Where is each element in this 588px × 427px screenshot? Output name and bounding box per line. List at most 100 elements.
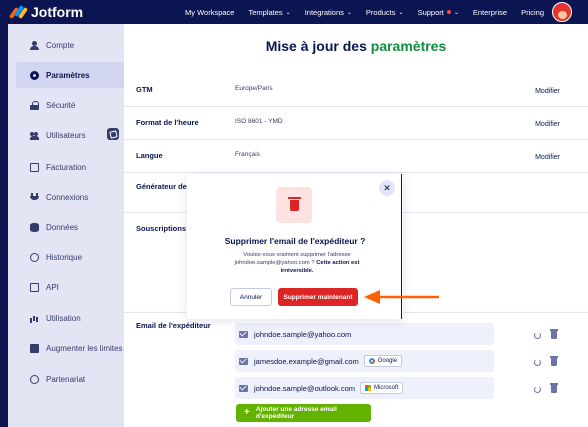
sender-actions (534, 356, 558, 366)
nav-enterprise[interactable]: Enterprise (473, 8, 507, 17)
trash-icon[interactable] (550, 383, 558, 393)
sidebar-item-donnees[interactable]: Données (16, 214, 127, 240)
setting-value: Français (235, 151, 260, 158)
setting-row-time-format: Format de l'heure ISO 8601 - YMD Modifie… (124, 107, 588, 140)
sidebar-item-label: Compte (46, 40, 75, 50)
page-title-accent: paramètres (370, 38, 447, 54)
edit-language-button[interactable]: Modifier (535, 154, 560, 161)
nav-support[interactable]: Support ⌄ (418, 8, 459, 17)
sidebar-item-label: Paramètres (46, 70, 90, 80)
nav-pricing[interactable]: Pricing (521, 8, 544, 17)
sidebar-item-label: Partenariat (46, 374, 86, 384)
plus-icon: + (244, 407, 250, 418)
mail-icon (239, 330, 248, 338)
edit-time-format-button[interactable]: Modifier (535, 121, 560, 128)
sender-actions (534, 383, 558, 393)
nav-label: Pricing (521, 7, 544, 17)
nav-label: Templates (248, 7, 283, 17)
nav-label: Support (417, 7, 444, 17)
setting-row-language: Langue Français Modifier (124, 140, 588, 173)
setting-value: Europe/Paris (235, 85, 273, 92)
chevron-down-icon: ⌄ (453, 9, 459, 16)
page-title: Mise à jour des paramètres (124, 38, 588, 54)
nav-my-workspace[interactable]: My Workspace (185, 8, 234, 17)
settings-sidebar: Compte Paramètres Sécurité Utilisateurs … (0, 24, 127, 427)
sender-email-address: johndoe.sample@yahoo.com (254, 329, 352, 339)
add-sender-email-button[interactable]: + Ajouter une adresse email d'expéditeur (236, 404, 371, 422)
brand-name: Jotform (31, 4, 84, 20)
setting-label: Email de l'expéditeur (136, 321, 211, 330)
mail-icon (239, 357, 248, 365)
trash-icon[interactable] (550, 356, 558, 366)
setting-label: GTM (136, 85, 153, 94)
sidebar-item-partenariat[interactable]: Partenariat (16, 366, 127, 392)
sender-email-item: johndoe.sample@yahoo.com (235, 323, 494, 345)
nav-label: Enterprise (472, 7, 508, 17)
nav-templates[interactable]: Templates ⌄ (248, 8, 290, 17)
sender-email-item: jamesdoe.example@gmail.com Google (235, 350, 494, 372)
modal-trash-badge (276, 187, 312, 223)
edit-gmt-button[interactable]: Modifier (535, 88, 560, 95)
setting-row-gmt: GTM Europe/Paris Modifier (124, 74, 588, 107)
sidebar-item-augmenter-limites[interactable]: Augmenter les limites (16, 335, 127, 361)
cancel-button[interactable]: Annuler (230, 288, 272, 306)
user-avatar[interactable] (552, 2, 572, 22)
nav-products[interactable]: Products ⌄ (366, 8, 404, 17)
add-sender-label: Ajouter une adresse email d'expéditeur (255, 406, 337, 420)
modal-body: Voulez-vous vraiment supprimer l'adresse… (227, 251, 367, 275)
sidebar-item-securite[interactable]: Sécurité (16, 92, 127, 118)
sidebar-item-connexions[interactable]: Connexions (16, 184, 127, 210)
sidebar-item-historique[interactable]: Historique (16, 244, 127, 270)
database-icon (30, 222, 39, 232)
user-icon (30, 40, 39, 50)
handshake-icon (30, 374, 39, 384)
sidebar-item-label: Augmenter les limites (46, 343, 123, 353)
sidebar-item-label: Historique (46, 252, 83, 262)
billing-icon (30, 162, 39, 172)
close-icon[interactable]: ✕ (379, 180, 395, 196)
refresh-icon[interactable] (534, 385, 541, 393)
delete-now-button[interactable]: Supprimer maintenant (278, 288, 358, 306)
gear-icon (30, 70, 39, 80)
sidebar-item-label: Utilisateurs (46, 130, 86, 140)
setting-label: Générateur de f (136, 182, 188, 191)
nav-label: Integrations (304, 7, 344, 17)
setting-label: Format de l'heure (136, 118, 199, 127)
sidebar-item-parametres[interactable]: Paramètres (16, 62, 127, 88)
nav-label: My Workspace (185, 7, 235, 17)
chevron-down-icon: ⌄ (285, 9, 291, 16)
notification-dot-icon (446, 10, 451, 14)
bar-chart-icon (30, 314, 39, 323)
clock-icon (30, 252, 39, 262)
users-icon (30, 131, 39, 140)
refresh-icon[interactable] (534, 331, 541, 339)
sender-actions (534, 329, 558, 339)
top-navbar: Jotform My Workspace Templates ⌄ Integrat… (0, 0, 588, 24)
mail-icon (239, 384, 248, 392)
nav-integrations[interactable]: Integrations ⌄ (305, 8, 352, 17)
sidebar-item-utilisateurs[interactable]: Utilisateurs (16, 122, 127, 148)
modal-title: Supprimer l'email de l'expéditeur ? (224, 236, 366, 246)
nav-links: My Workspace Templates ⌄ Integrations ⌄ Pr… (185, 0, 544, 24)
jotform-logo-icon (8, 4, 29, 20)
jotform-logo[interactable]: Jotform (8, 4, 84, 20)
sidebar-item-compte[interactable]: Compte (16, 32, 127, 58)
sender-email-address: jamesdoe.example@gmail.com (254, 356, 359, 366)
provider-label: Microsoft (374, 385, 399, 391)
sidebar-item-label: Sécurité (46, 100, 76, 110)
sidebar-item-facturation[interactable]: Facturation (16, 154, 127, 180)
refresh-icon[interactable] (534, 358, 541, 366)
plug-icon (30, 192, 39, 202)
sender-email-address: johndoe.sample@outlook.com (254, 383, 356, 393)
provider-label: Google (377, 358, 398, 364)
sender-email-item: johndoe.sample@outlook.com Microsoft (235, 377, 494, 399)
sidebar-item-api[interactable]: API (16, 274, 127, 300)
sidebar-item-label: Facturation (46, 162, 87, 172)
gift-icon (30, 343, 39, 353)
setting-label: Langue (136, 151, 163, 160)
microsoft-icon (365, 385, 372, 391)
lock-icon (30, 100, 39, 110)
trash-icon[interactable] (550, 329, 558, 339)
sidebar-item-utilisation[interactable]: Utilisation (16, 305, 127, 331)
page-title-prefix: Mise à jour des (265, 38, 371, 54)
